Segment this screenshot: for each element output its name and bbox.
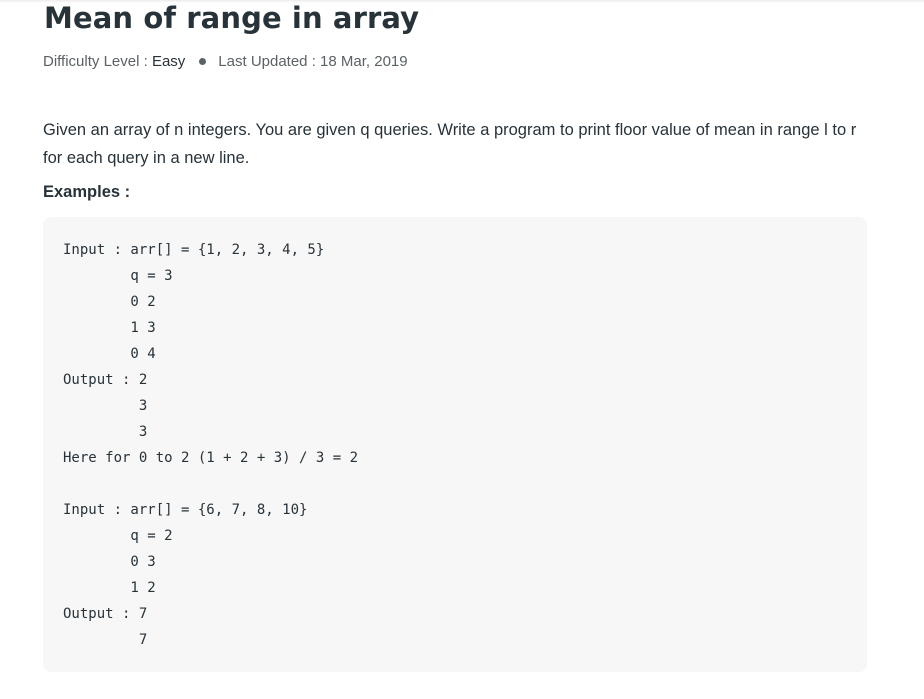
separator-dot-icon <box>199 57 207 65</box>
code-block: Input : arr[] = {1, 2, 3, 4, 5} q = 3 0 … <box>43 217 867 672</box>
code-line: 7 <box>63 632 148 648</box>
code-line: Here for 0 to 2 (1 + 2 + 3) / 3 = 2 <box>63 450 359 466</box>
article-title: Mean of range in array <box>44 1 420 35</box>
problem-statement: Given an array of n integers. You are gi… <box>43 121 857 167</box>
code-line: 0 2 <box>63 294 156 310</box>
last-updated-value: 18 Mar, 2019 <box>320 53 408 70</box>
code-line: q = 2 <box>63 528 173 544</box>
code-line: Input : arr[] = {1, 2, 3, 4, 5} <box>63 242 325 258</box>
code-line: 3 <box>63 424 148 440</box>
article-meta: Difficulty Level : Easy Last Updated : 18… <box>43 53 408 70</box>
difficulty-label: Difficulty Level : <box>43 53 152 70</box>
examples-heading: Examples : <box>43 183 131 201</box>
code-line: 0 3 <box>63 554 156 570</box>
last-updated-label: Last Updated : <box>218 53 321 70</box>
code-line: Output : 7 <box>63 606 148 622</box>
code-line: 3 <box>63 398 148 414</box>
difficulty-value[interactable]: Easy <box>152 53 185 70</box>
code-line: Output : 2 <box>63 372 148 388</box>
code-line: q = 3 <box>63 268 173 284</box>
code-line: 0 4 <box>63 346 156 362</box>
code-line: 1 2 <box>63 580 156 596</box>
code-line: Input : arr[] = {6, 7, 8, 10} <box>63 502 308 518</box>
code-line: 1 3 <box>63 320 156 336</box>
